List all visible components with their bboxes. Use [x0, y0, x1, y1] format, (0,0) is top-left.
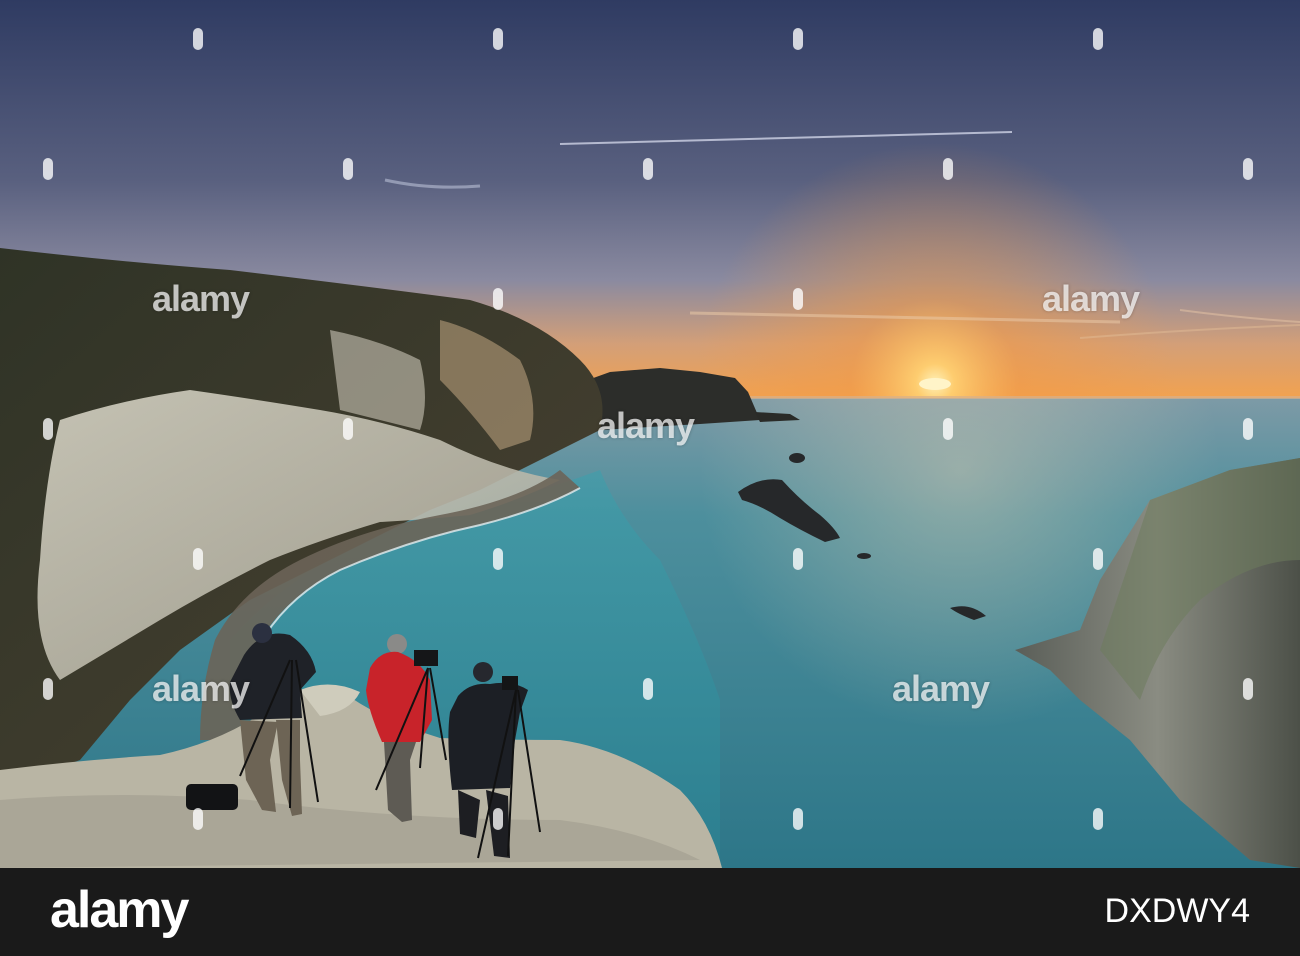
watermark-text: alamy [152, 668, 250, 709]
watermark-mark [943, 158, 953, 180]
watermark-mark [793, 28, 803, 50]
watermark-mark [43, 158, 53, 180]
watermark-mark [1243, 418, 1253, 440]
brand-bar: alamy DXDWY4 [0, 868, 1300, 956]
photo: alamy alamy alamy alamy alamy [0, 0, 1300, 868]
watermark-mark [193, 28, 203, 50]
image-id: DXDWY4 [1104, 892, 1250, 930]
watermark-mark [193, 548, 203, 570]
watermark-text: alamy [597, 405, 695, 446]
watermark-mark [1243, 678, 1253, 700]
watermark-mark [493, 548, 503, 570]
watermark-mark [193, 808, 203, 830]
watermark-mark [43, 418, 53, 440]
watermark-mark [793, 548, 803, 570]
watermark-text: alamy [892, 668, 990, 709]
watermark-mark [493, 808, 503, 830]
watermark-text: alamy [1042, 278, 1140, 319]
watermark-mark [343, 158, 353, 180]
watermark-mark [793, 808, 803, 830]
watermark-mark [1093, 808, 1103, 830]
watermark-mark [343, 418, 353, 440]
watermark-mark [1093, 548, 1103, 570]
watermark-text: alamy [152, 278, 250, 319]
watermark-mark [493, 28, 503, 50]
watermark-mark [793, 288, 803, 310]
watermark-mark [1093, 28, 1103, 50]
watermark-mark [43, 678, 53, 700]
watermark-mark [943, 418, 953, 440]
watermark-mark [643, 158, 653, 180]
brand-logo: alamy [50, 881, 189, 939]
watermark-mark [1243, 158, 1253, 180]
watermark-mark [493, 288, 503, 310]
watermark-mark [643, 678, 653, 700]
